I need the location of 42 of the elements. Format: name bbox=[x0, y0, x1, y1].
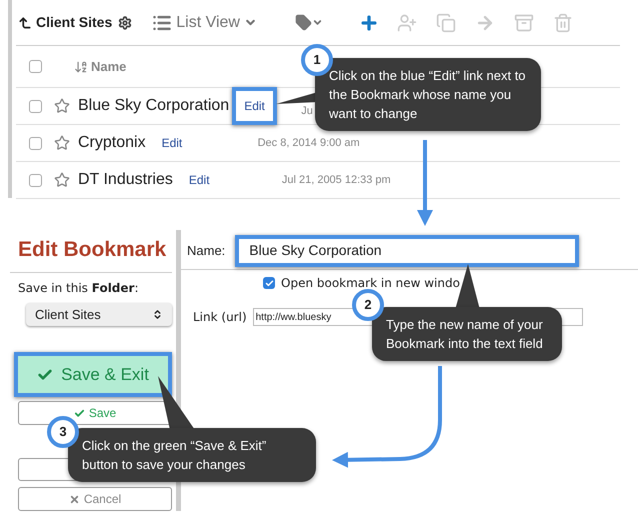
checkbox[interactable] bbox=[29, 60, 42, 73]
star-icon[interactable] bbox=[54, 135, 70, 151]
folder-name: Client Sites bbox=[36, 13, 112, 32]
folder-select[interactable]: Client Sites bbox=[26, 302, 172, 326]
bookmark-name[interactable]: Cryptonix bbox=[78, 131, 146, 155]
folder-up-icon[interactable] bbox=[18, 16, 32, 30]
close-icon bbox=[68, 494, 80, 505]
checkbox[interactable] bbox=[29, 136, 42, 150]
date-text: Dec 8, 2014 9:00 am bbox=[258, 136, 360, 151]
star-icon[interactable] bbox=[54, 172, 70, 188]
tag-dropdown[interactable] bbox=[294, 14, 323, 31]
check-icon bbox=[74, 408, 85, 419]
select-arrows-icon bbox=[152, 308, 163, 320]
bookmark-name[interactable]: DT Industries bbox=[78, 168, 173, 192]
folder-label: Save in this Folder: bbox=[18, 280, 140, 296]
star-icon[interactable] bbox=[54, 98, 70, 114]
checkbox[interactable] bbox=[29, 174, 42, 186]
edit-link[interactable]: Edit bbox=[232, 87, 277, 125]
column-header[interactable]: Name bbox=[91, 56, 126, 76]
date-text: Jul 21, 2005 12:33 pm bbox=[282, 172, 391, 188]
bookmark-name[interactable]: Blue Sky Corporation bbox=[78, 94, 230, 118]
editor-title: Edit Bookmark bbox=[18, 237, 168, 263]
edit-link[interactable]: Edit bbox=[188, 171, 210, 189]
add-icon[interactable] bbox=[358, 12, 379, 32]
link-label: Link (url) bbox=[193, 309, 247, 326]
date-text: Ju bbox=[301, 104, 313, 118]
caret-icon bbox=[312, 17, 323, 28]
cancel-button[interactable]: Cancel bbox=[18, 487, 172, 511]
name-field[interactable]: Blue Sky Corporation bbox=[235, 234, 580, 266]
checkbox[interactable] bbox=[29, 100, 42, 112]
tag-icon bbox=[294, 14, 312, 31]
edit-link[interactable]: Edit bbox=[162, 134, 182, 152]
view-dropdown[interactable]: List View bbox=[152, 10, 257, 34]
name-label: Name: bbox=[187, 242, 226, 260]
callout-pointer bbox=[158, 376, 195, 430]
step-number: 2 bbox=[352, 289, 384, 321]
callout-tooltip: Type the new name of your Bookmark into the text field bbox=[372, 307, 562, 361]
settings-icon[interactable] bbox=[118, 16, 132, 30]
checkbox-label: Open bookmark in new windo bbox=[281, 275, 460, 292]
check-icon bbox=[264, 278, 274, 288]
sort-icon[interactable] bbox=[74, 60, 88, 74]
checkbox[interactable] bbox=[263, 277, 275, 289]
